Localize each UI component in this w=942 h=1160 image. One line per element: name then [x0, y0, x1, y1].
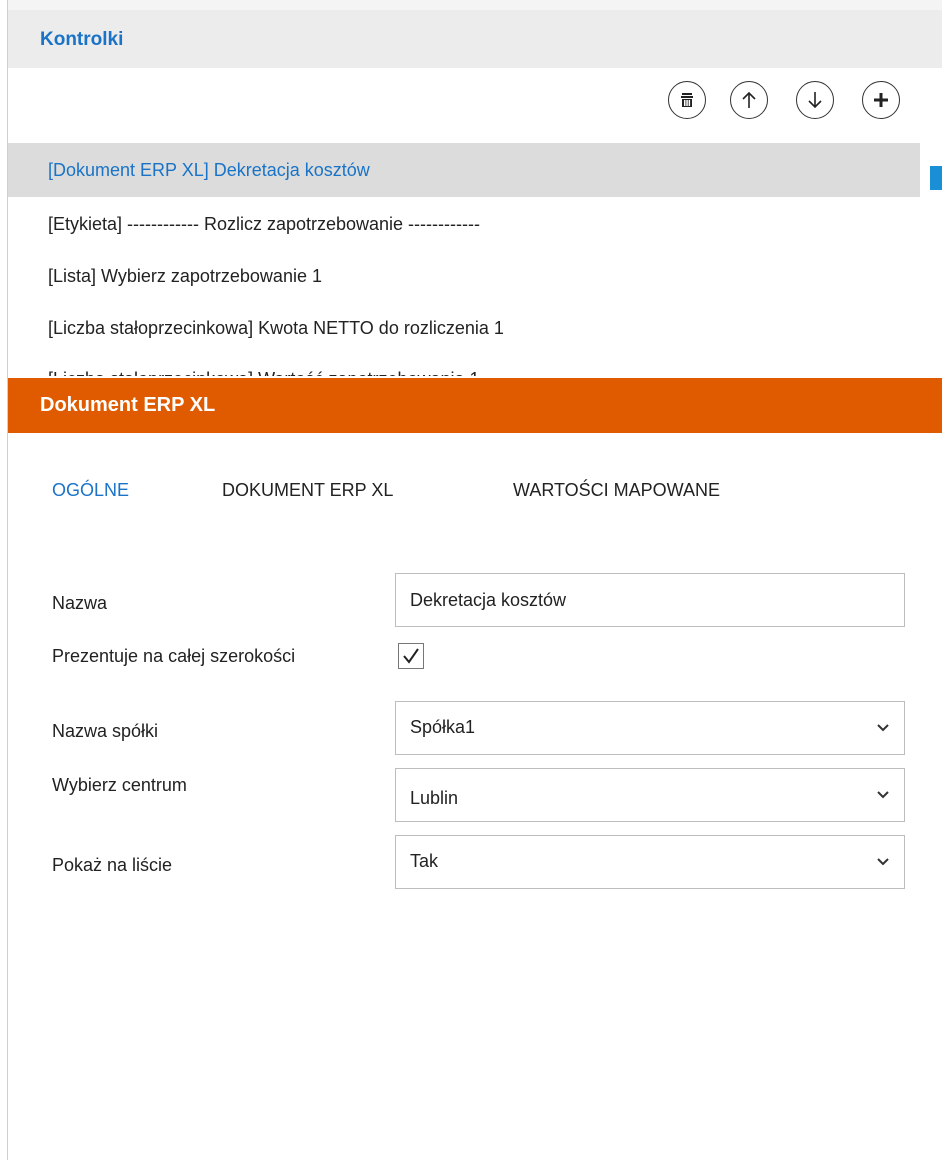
controls-panel-title: Kontrolki [40, 29, 124, 50]
arrow-up-icon [742, 91, 756, 108]
full-width-label: Prezentuje na całej szerokości [52, 646, 296, 666]
show-on-list-label: Pokaż na liście [52, 855, 173, 875]
center-label: Wybierz centrum [52, 775, 187, 795]
plus-icon [874, 93, 888, 107]
chevron-down-icon [877, 724, 889, 732]
add-button[interactable] [862, 81, 900, 119]
chevron-down-icon [877, 858, 889, 866]
show-on-list-select-value: Tak [410, 851, 439, 871]
chevron-down-icon [877, 791, 889, 799]
section-header: Dokument ERP XL [8, 378, 942, 433]
list-item[interactable]: [Lista] Wybierz zapotrzebowanie 1 [8, 249, 920, 303]
list-item-selected[interactable]: [Dokument ERP XL] Dekretacja kosztów [8, 143, 920, 197]
company-select[interactable]: Spółka1 [395, 701, 905, 755]
tab-mapped-values[interactable]: WARTOŚCI MAPOWANE [513, 480, 720, 501]
tab-general[interactable]: OGÓLNE [52, 480, 129, 501]
list-scrollbar-thumb[interactable] [930, 166, 942, 190]
show-on-list-select[interactable]: Tak [395, 835, 905, 889]
center-select-value: Lublin [410, 788, 459, 808]
list-item[interactable]: [Etykieta] ------------ Rozlicz zapotrze… [8, 197, 920, 251]
company-label: Nazwa spółki [52, 721, 159, 741]
trash-icon [681, 93, 693, 107]
list-item[interactable]: [Liczba stałoprzecinkowa] Wartość zapotr… [8, 352, 920, 376]
controls-list: [Dokument ERP XL] Dekretacja kosztów [Et… [8, 143, 942, 376]
delete-button[interactable] [668, 81, 706, 119]
controls-panel-header: Kontrolki [8, 10, 942, 68]
move-up-button[interactable] [730, 81, 768, 119]
checkmark-icon [403, 648, 419, 664]
arrow-down-icon [808, 92, 822, 109]
tab-erp-document[interactable]: DOKUMENT ERP XL [222, 480, 393, 501]
name-input[interactable]: Dekretacja kosztów [395, 573, 905, 627]
name-label: Nazwa [52, 593, 108, 613]
company-select-value: Spółka1 [410, 717, 476, 737]
window-top-edge [7, 0, 942, 10]
move-down-button[interactable] [796, 81, 834, 119]
list-item[interactable]: [Liczba stałoprzecinkowa] Kwota NETTO do… [8, 301, 920, 355]
center-select[interactable]: Lublin [395, 768, 905, 822]
controls-toolbar [0, 81, 942, 125]
full-width-checkbox[interactable] [398, 643, 424, 669]
section-title: Dokument ERP XL [40, 394, 216, 416]
